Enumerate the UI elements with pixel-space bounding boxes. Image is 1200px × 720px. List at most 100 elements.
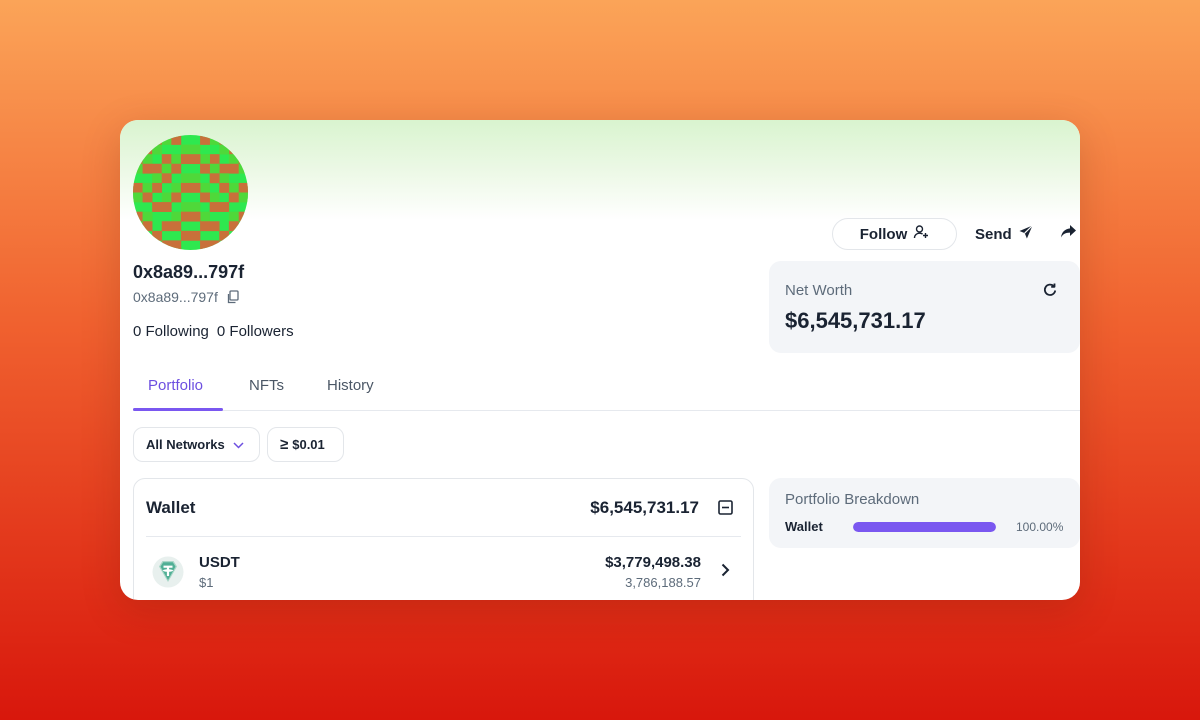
tab-nfts[interactable]: NFTs (249, 377, 284, 394)
avatar-pixel (180, 144, 191, 155)
following-count: 0 (133, 323, 142, 340)
token-row[interactable]: USDT $1 $3,779,498.38 3,786,188.57 (134, 545, 755, 597)
breakdown-percent: 100.00% (1016, 520, 1064, 534)
chevron-down-icon (233, 437, 244, 452)
net-worth-label: Net Worth (785, 282, 853, 299)
following-link[interactable]: 0 Following (133, 323, 209, 340)
token-price: $1 (199, 575, 214, 590)
profile-banner (120, 120, 1080, 220)
avatar-pixel (161, 192, 172, 203)
avatar-pixel (180, 182, 191, 193)
profile-name: 0x8a89...797f (133, 262, 245, 282)
breakdown-title: Portfolio Breakdown (785, 491, 920, 508)
active-tab-indicator (133, 408, 223, 411)
avatar-pixel (228, 240, 239, 250)
network-filter-dropdown[interactable]: All Networks (133, 427, 260, 462)
avatar (133, 135, 248, 250)
avatar-pixel (180, 211, 191, 222)
avatar-pixel (142, 163, 153, 174)
send-icon (1018, 224, 1034, 244)
avatar-pixel (142, 240, 153, 250)
tab-bar: Portfolio NFTs History (133, 367, 1080, 411)
copy-icon[interactable] (226, 290, 239, 304)
avatar-pixel (200, 240, 210, 250)
avatar-pixel (209, 192, 220, 203)
avatar-pixel (190, 230, 201, 241)
send-label: Send (975, 225, 1012, 243)
avatar-pixel (200, 221, 210, 232)
min-value-filter[interactable]: ≥ $0.01 (267, 427, 344, 462)
address-row: 0x8a89...797f (133, 289, 239, 305)
avatar-pixel (142, 221, 153, 232)
token-value: $3,779,498.38 (605, 554, 701, 571)
add-user-icon (913, 224, 929, 244)
net-worth-card: Net Worth $6,545,731.17 (769, 261, 1080, 353)
avatar-pixel (209, 221, 220, 232)
min-value-symbol: ≥ (280, 436, 289, 453)
avatar-pixel (180, 230, 191, 241)
avatar-pixel (171, 163, 182, 174)
avatar-pixel (200, 182, 210, 193)
follow-button[interactable]: Follow (832, 218, 957, 250)
send-button[interactable]: Send (975, 224, 1034, 244)
avatar-pixel (228, 192, 239, 203)
avatar-pixel (200, 163, 210, 174)
avatar-pixel (171, 211, 182, 222)
breakdown-bar-fill (853, 522, 996, 532)
avatar-pixel (161, 173, 172, 184)
avatar-pixel (142, 182, 153, 193)
avatar-pixel (133, 182, 143, 193)
avatar-pixel (228, 211, 239, 222)
min-value-label: $0.01 (292, 437, 325, 452)
wallet-title: Wallet (146, 498, 196, 517)
avatar-pixel (171, 182, 182, 193)
avatar-pixel (219, 230, 230, 241)
avatar-pixel (152, 173, 163, 184)
avatar-pixel (209, 202, 220, 212)
avatar-pixel (238, 182, 248, 193)
follow-label: Follow (859, 225, 908, 243)
profile-card: Follow Send 0x8a89...797f 0x8a89...797f … (120, 120, 1080, 600)
avatar-pixel (161, 154, 172, 165)
share-icon (1060, 224, 1077, 244)
avatar-pixel (190, 173, 201, 184)
followers-link[interactable]: 0 Followers (217, 323, 294, 340)
avatar-pixel (180, 202, 191, 212)
avatar-pixel (171, 154, 182, 165)
avatar-pixel (238, 221, 248, 232)
avatar-pixel (152, 202, 163, 212)
avatar-pixel (228, 182, 239, 193)
portfolio-breakdown: Portfolio Breakdown Wallet 100.00% (769, 478, 1080, 548)
address-text: 0x8a89...797f (133, 289, 218, 305)
share-button[interactable] (1060, 224, 1077, 244)
avatar-pixel (200, 211, 210, 222)
avatar-pixel (209, 154, 220, 165)
net-worth-value: $6,545,731.17 (785, 308, 926, 333)
avatar-pixel (238, 192, 248, 203)
chevron-right-icon (721, 563, 730, 582)
avatar-pixel (190, 154, 201, 165)
avatar-pixel (180, 154, 191, 165)
breakdown-row-label: Wallet (785, 519, 823, 534)
avatar-pixel (190, 202, 201, 212)
avatar-pixel (219, 202, 230, 212)
avatar-pixel (161, 202, 172, 212)
avatar-pixel (209, 240, 220, 250)
refresh-icon[interactable] (1042, 282, 1058, 303)
avatar-pixel (180, 173, 191, 184)
following-label: Following (145, 323, 209, 340)
tab-history[interactable]: History (327, 377, 374, 394)
avatar-pixel (190, 182, 201, 193)
avatar-pixel (219, 173, 230, 184)
token-amount: 3,786,188.57 (625, 575, 701, 590)
followers-label: Followers (229, 323, 294, 340)
collapse-icon[interactable] (718, 500, 733, 520)
network-filter-label: All Networks (146, 437, 225, 452)
avatar-pixel (190, 211, 201, 222)
avatar-pixel (142, 211, 153, 222)
avatar-pixel (200, 154, 210, 165)
avatar-pixel (209, 163, 220, 174)
avatar-pixel (209, 173, 220, 184)
avatar-pixel (152, 182, 163, 193)
tab-portfolio[interactable]: Portfolio (148, 377, 203, 394)
